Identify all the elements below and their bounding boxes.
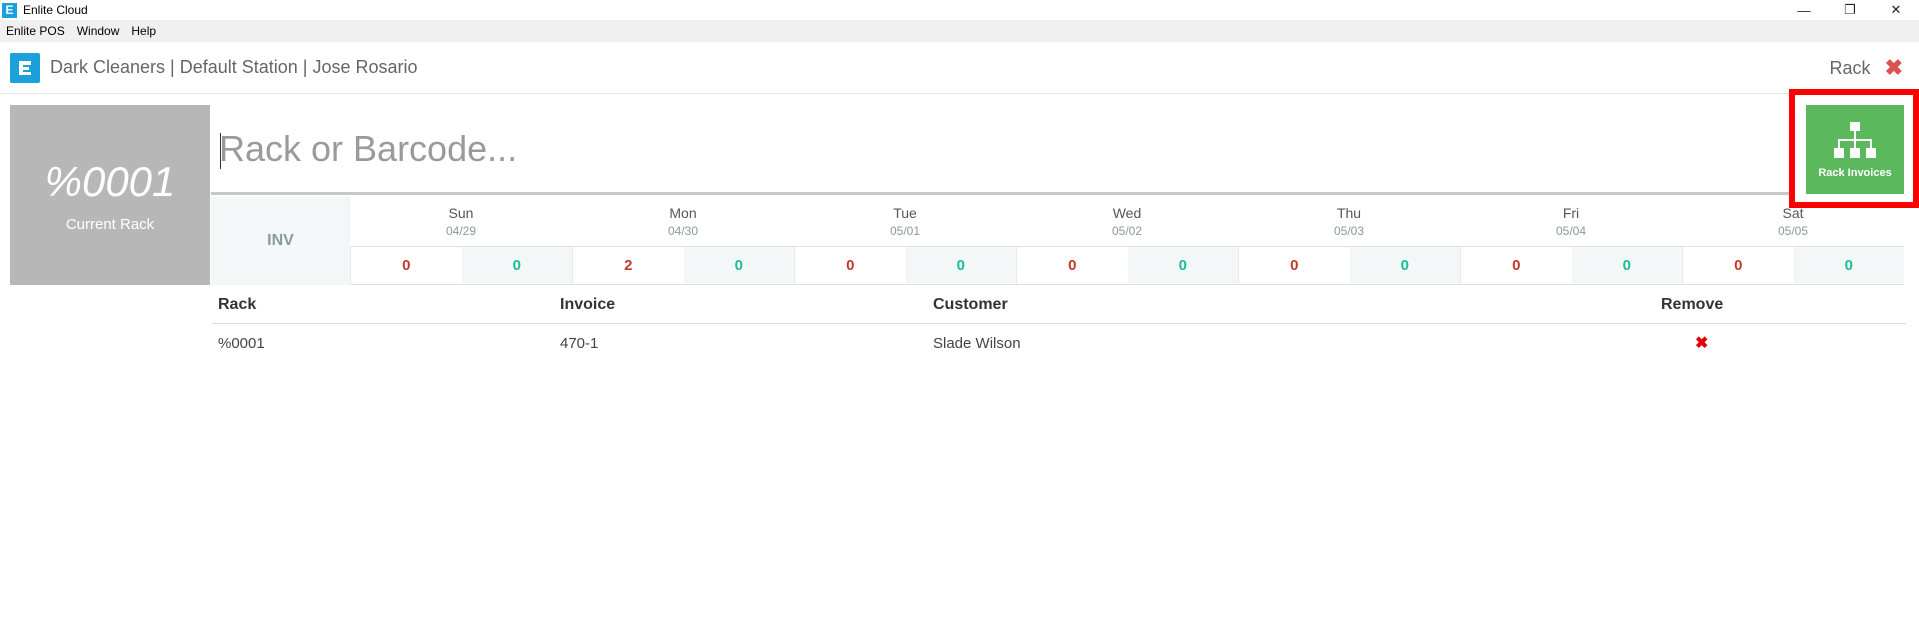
- day-count-red[interactable]: 0: [1238, 247, 1350, 284]
- rack-table: Rack Invoice Customer Remove %0001 470-1…: [211, 287, 1906, 362]
- window-controls: — ❐ ✕: [1781, 0, 1919, 20]
- inv-label: INV: [211, 197, 350, 285]
- current-rack-panel: %0001 Current Rack: [10, 105, 210, 285]
- day-count-teal[interactable]: 0: [1571, 247, 1682, 284]
- menu-enlite-pos[interactable]: Enlite POS: [0, 24, 71, 38]
- column-header-remove: Remove: [1661, 296, 1724, 313]
- column-header-invoice: Invoice: [560, 296, 616, 313]
- remove-icon[interactable]: ✖: [1695, 333, 1708, 353]
- window-title: Enlite Cloud: [23, 3, 88, 17]
- app-logo-icon: E: [2, 2, 17, 18]
- cell-remove: ✖: [1661, 333, 1906, 353]
- menu-window[interactable]: Window: [71, 24, 126, 38]
- page-title: Dark Cleaners | Default Station | Jose R…: [50, 57, 418, 77]
- day-name: Sat: [1782, 205, 1804, 221]
- current-rack-code: %0001: [44, 157, 176, 205]
- day-count-teal[interactable]: 0: [461, 247, 572, 284]
- day-name: Mon: [669, 205, 697, 221]
- day-name: Fri: [1562, 205, 1580, 221]
- rack-invoices-button[interactable]: Rack Invoices: [1806, 105, 1904, 194]
- table-header: Rack Invoice Customer Remove: [211, 287, 1906, 324]
- search-bar: [211, 105, 1789, 195]
- rack-invoices-label: Rack Invoices: [1818, 166, 1892, 179]
- day-column-mon: Mon 04/30 2 0: [572, 197, 794, 285]
- day-count-teal[interactable]: 0: [905, 247, 1016, 284]
- day-count-teal[interactable]: 0: [1127, 247, 1238, 284]
- close-icon[interactable]: ✖: [1885, 57, 1903, 79]
- day-date: 05/04: [1555, 224, 1587, 238]
- minimize-button[interactable]: —: [1781, 0, 1827, 20]
- day-count-red[interactable]: 0: [1682, 247, 1794, 284]
- day-name: Thu: [1336, 205, 1362, 221]
- day-column-wed: Wed 05/02 0 0: [1016, 197, 1238, 285]
- column-header-customer: Customer: [933, 296, 1008, 313]
- day-count-red[interactable]: 0: [1460, 247, 1572, 284]
- menu-help[interactable]: Help: [125, 24, 162, 38]
- table-row: %0001 470-1 Slade Wilson ✖: [211, 324, 1906, 362]
- current-rack-label: Current Rack: [65, 215, 155, 233]
- cell-customer: Slade Wilson: [933, 334, 1021, 352]
- app-header: Dark Cleaners | Default Station | Jose R…: [0, 42, 1919, 94]
- restore-button[interactable]: ❐: [1827, 0, 1873, 20]
- day-name: Sun: [448, 205, 474, 221]
- day-date: 05/02: [1111, 224, 1143, 238]
- day-date: 05/03: [1333, 224, 1365, 238]
- cell-invoice: 470-1: [560, 334, 599, 352]
- day-count-teal[interactable]: 0: [683, 247, 794, 284]
- day-date: 05/05: [1777, 224, 1809, 238]
- close-window-button[interactable]: ✕: [1873, 0, 1919, 20]
- day-calendar: Sun 04/29 0 0 Mon 04/30 2 0 Tue 05/01 0 …: [350, 197, 1906, 285]
- sitemap-icon: [1834, 121, 1876, 158]
- day-column-fri: Fri 05/04 0 0: [1460, 197, 1682, 285]
- day-count-red[interactable]: 0: [1016, 247, 1128, 284]
- day-count-red[interactable]: 0: [794, 247, 906, 284]
- column-header-rack: Rack: [218, 296, 257, 313]
- section-label: Rack: [1829, 57, 1871, 78]
- day-count-red[interactable]: 0: [350, 247, 462, 284]
- day-count-teal[interactable]: 0: [1793, 247, 1904, 284]
- day-column-sat: Sat 05/05 0 0: [1682, 197, 1904, 285]
- day-date: 04/29: [445, 224, 477, 238]
- day-count-red[interactable]: 2: [572, 247, 684, 284]
- day-column-tue: Tue 05/01 0 0: [794, 197, 1016, 285]
- window-titlebar: E Enlite Cloud — ❐ ✕: [0, 0, 1919, 20]
- menubar: Enlite POS Window Help: [0, 20, 1919, 42]
- day-name: Tue: [893, 205, 917, 221]
- enlite-logo-icon: [10, 52, 40, 83]
- cell-rack: %0001: [218, 334, 265, 352]
- rack-barcode-input[interactable]: [211, 127, 1789, 170]
- day-column-thu: Thu 05/03 0 0: [1238, 197, 1460, 285]
- header-right: Rack ✖: [1830, 42, 1903, 94]
- day-count-teal[interactable]: 0: [1349, 247, 1460, 284]
- day-date: 04/30: [667, 224, 699, 238]
- day-name: Wed: [1112, 205, 1142, 221]
- text-caret: [220, 133, 221, 169]
- day-column-sun: Sun 04/29 0 0: [350, 197, 572, 285]
- day-date: 05/01: [889, 224, 921, 238]
